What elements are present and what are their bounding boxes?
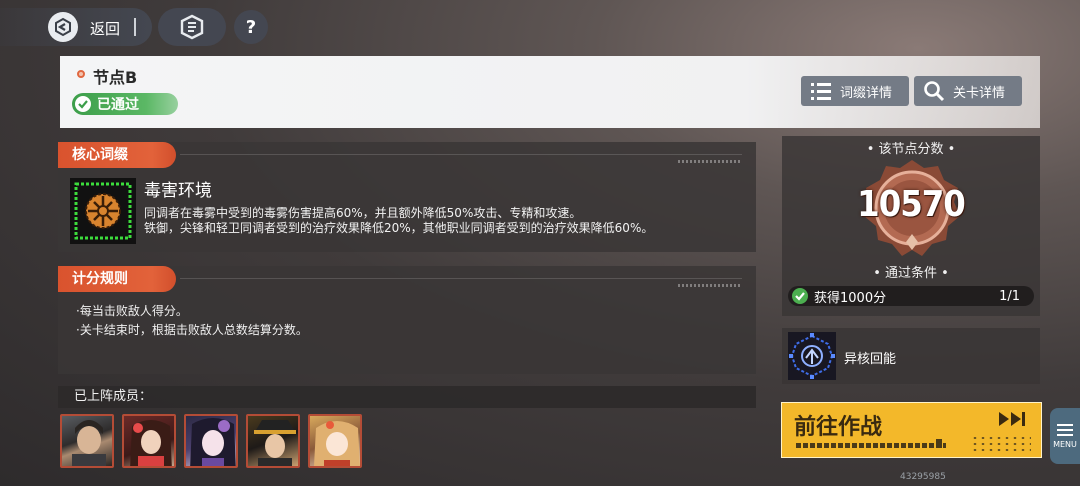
back-label: 返回 (90, 20, 121, 38)
core-energy-icon (788, 332, 836, 380)
decor-dash (678, 284, 742, 287)
decor-dots (971, 435, 1031, 453)
condition-row: 获得1000分 1/1 (788, 286, 1034, 306)
divider (180, 278, 742, 279)
rules-list: ·每当击败敌人得分。 ·关卡结束时，根据击败敌人总数结算分数。 (76, 302, 308, 340)
rule-item: ·关卡结束时，根据击败敌人总数结算分数。 (76, 323, 308, 337)
divider (134, 18, 136, 36)
member-portrait-2[interactable] (122, 414, 176, 468)
check-icon (792, 288, 808, 304)
node-title: 节点B (93, 68, 138, 87)
core-affix-tag: 核心词缀 (58, 142, 176, 168)
passed-badge: 已通过 (72, 93, 178, 115)
decor-bar (796, 443, 946, 448)
node-dot-icon (77, 70, 85, 78)
list-icon (811, 83, 831, 100)
affix-detail-label: 词缀详情 (840, 85, 893, 101)
help-button[interactable]: ? (234, 10, 268, 44)
member-portrait-4[interactable] (246, 414, 300, 468)
passed-label: 已通过 (97, 97, 139, 113)
node-score-value: 10570 (857, 184, 966, 225)
top-bar: 返回 ? (0, 8, 300, 48)
buff-name: 异核回能 (844, 352, 897, 367)
decor-dash (678, 160, 742, 163)
score-rules-tag: 计分规则 (58, 266, 176, 292)
node-score-title: • 该节点分数 • (866, 142, 956, 157)
decor-bar (936, 439, 942, 448)
buff-panel[interactable]: 异核回能 (782, 328, 1040, 384)
affix-desc-line: 同调者在毒雾中受到的毒雾伤害提高60%，并且额外降低50%攻击、专精和攻速。 (144, 206, 582, 220)
node-header: 节点B 已通过 词缀详情 关卡详情 (60, 56, 1040, 128)
condition-text: 获得1000分 (814, 290, 887, 306)
affix-detail-button[interactable]: 词缀详情 (801, 76, 909, 106)
go-to-battle-button[interactable]: 前往作战 (781, 402, 1042, 458)
affix-name: 毒害环境 (144, 181, 212, 201)
member-portrait-1[interactable] (60, 414, 114, 468)
poison-affix-icon (70, 178, 136, 244)
affix-description: 同调者在毒雾中受到的毒雾伤害提高60%，并且额外降低50%攻击、专精和攻速。 铁… (144, 206, 653, 236)
home-button[interactable] (158, 8, 226, 46)
stage-detail-button[interactable]: 关卡详情 (914, 76, 1022, 106)
home-icon (180, 14, 204, 40)
score-rules-panel: 计分规则 ·每当击败敌人得分。 ·关卡结束时，根据击败敌人总数结算分数。 (58, 266, 756, 374)
node-score-panel: • 该节点分数 • 10570 • 通过条件 • 获得1000分 1/1 (782, 136, 1040, 316)
menu-button[interactable]: MENU (1050, 408, 1080, 464)
member-portrait-3[interactable] (184, 414, 238, 468)
condition-count: 1/1 (999, 288, 1020, 304)
affix-desc-line: 铁御，尖锋和轻卫同调者受到的治疗效果降低20%，其他职业同调者受到的治疗效果降低… (144, 221, 654, 235)
member-portrait-5[interactable] (308, 414, 362, 468)
menu-icon (1057, 423, 1073, 436)
back-button[interactable]: 返回 (0, 8, 152, 46)
condition-title: • 通过条件 • (873, 266, 949, 281)
back-icon (48, 12, 78, 42)
core-affix-panel: 核心词缀 毒害环境 同调者在毒雾中受到的毒雾伤害提高60%，并且额外降低50%攻… (58, 142, 756, 252)
divider (180, 154, 742, 155)
menu-label: MENU (1053, 439, 1077, 449)
go-to-battle-label: 前往作战 (794, 415, 883, 440)
rule-item: ·每当击败敌人得分。 (76, 304, 188, 318)
user-id: 43295985 (900, 472, 946, 482)
stage-detail-label: 关卡详情 (953, 85, 1006, 101)
check-icon (75, 96, 91, 112)
members-label: 已上阵成员： (58, 386, 756, 408)
search-icon (924, 81, 945, 102)
fast-forward-icon (999, 412, 1025, 426)
